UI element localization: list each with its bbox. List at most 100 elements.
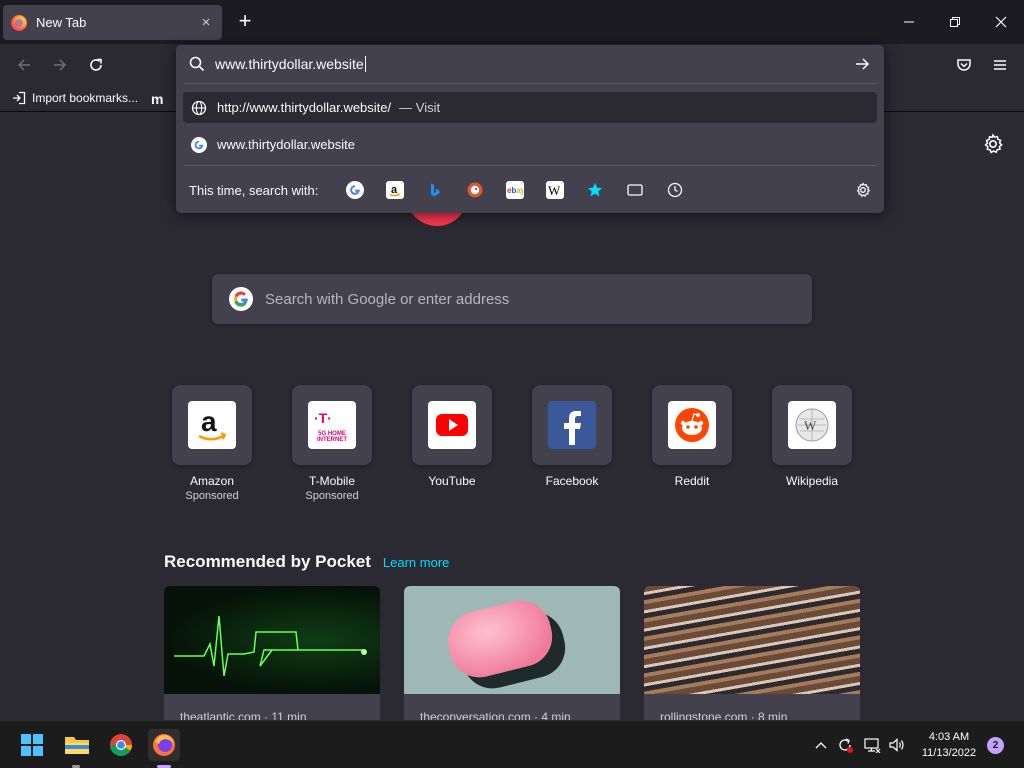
google-icon (346, 181, 364, 199)
card-thumbnail (644, 586, 860, 694)
taskbar-clock[interactable]: 4:03 AM 11/13/2022 (914, 729, 984, 761)
tab-new-tab[interactable]: New Tab × (3, 5, 222, 40)
text-caret (364, 56, 366, 72)
app-menu-button[interactable] (987, 52, 1013, 78)
personalize-settings-button[interactable] (982, 133, 1004, 155)
speaker-icon (889, 738, 904, 752)
newtab-search-box[interactable]: Search with Google or enter address (212, 274, 812, 324)
facebook-icon (548, 401, 596, 449)
top-site-t-mobile[interactable]: ·T· 5G HOME INTERNET T-Mobile Sponsored (292, 385, 372, 502)
bing-engine-button[interactable] (426, 181, 444, 199)
file-explorer-button[interactable] (61, 729, 93, 761)
network-tray-button[interactable] (861, 734, 883, 756)
search-placeholder: Search with Google or enter address (265, 290, 510, 308)
t-mobile-tile-text: 5G HOME INTERNET (317, 431, 347, 443)
notification-badge[interactable]: 2 (987, 737, 1004, 754)
result-visit-url[interactable]: http://www.thirtydollar.website/ — Visit (183, 92, 877, 123)
back-button[interactable] (11, 52, 37, 78)
learn-more-link[interactable]: Learn more (383, 555, 449, 570)
divider (184, 165, 876, 166)
pocket-card[interactable]: theconversation.com · 4 min (404, 586, 620, 726)
bookmark-item-m[interactable]: m (151, 91, 163, 107)
amazon-engine-button[interactable]: a (386, 181, 404, 199)
tabs-search-button[interactable] (626, 181, 644, 199)
pocket-heading: Recommended by Pocket (164, 552, 371, 571)
svg-text:ebay: ebay (507, 186, 523, 195)
result-search-suggestion[interactable]: www.thirtydollar.website (183, 129, 877, 160)
top-site-name: Amazon (189, 474, 235, 488)
ebay-engine-button[interactable]: ebay (506, 181, 524, 199)
svg-text:W: W (548, 183, 561, 197)
tab-close-icon[interactable]: × (198, 14, 214, 31)
firefox-taskbar-button[interactable] (148, 729, 180, 761)
new-tab-button[interactable]: + (236, 10, 254, 34)
top-site-wikipedia[interactable]: W Wikipedia (772, 385, 852, 488)
duckduckgo-icon (467, 182, 483, 198)
network-icon (864, 738, 881, 753)
urlbar-input-row[interactable]: www.thirtydollar.website (176, 45, 884, 83)
t-mobile-icon: ·T· 5G HOME INTERNET (308, 401, 356, 449)
show-hidden-icons-button[interactable] (810, 734, 832, 756)
firefox-icon (153, 734, 175, 756)
top-site-amazon[interactable]: a Amazon Sponsored (172, 385, 252, 502)
tab-title: New Tab (36, 15, 87, 30)
pocket-card[interactable]: rollingstone.com · 8 min (644, 586, 860, 726)
wikipedia-icon: W (788, 401, 836, 449)
folder-icon (65, 737, 89, 754)
globe-icon (191, 100, 207, 115)
tab-strip: New Tab × + (0, 0, 1024, 44)
top-site-facebook[interactable]: Facebook (532, 385, 612, 488)
restore-button[interactable] (932, 0, 978, 44)
reload-icon (90, 58, 102, 71)
start-button[interactable] (16, 729, 48, 761)
close-icon (995, 16, 1007, 28)
svg-text:a: a (201, 406, 217, 437)
sync-tray-button[interactable] (834, 734, 856, 756)
card-thumbnail (404, 586, 620, 694)
wikipedia-engine-button[interactable]: W (546, 181, 564, 199)
pocket-icon (957, 59, 971, 71)
pocket-button[interactable] (951, 52, 977, 78)
svg-text:a: a (391, 184, 398, 196)
duckduckgo-engine-button[interactable] (466, 181, 484, 199)
import-bookmarks-item[interactable]: Import bookmarks... (12, 91, 138, 105)
top-site-name: Wikipedia (785, 474, 839, 488)
youtube-icon (428, 401, 476, 449)
reload-button[interactable] (83, 52, 109, 78)
minimize-button[interactable] (886, 0, 932, 44)
sponsored-label: Sponsored (185, 490, 239, 502)
svg-text:W: W (804, 418, 817, 433)
windows-logo-icon (21, 734, 43, 756)
forward-button[interactable] (47, 52, 73, 78)
top-site-reddit[interactable]: Reddit (652, 385, 732, 488)
chevron-up-icon (815, 742, 827, 749)
forward-arrow-icon (54, 59, 67, 71)
top-site-name: YouTube (428, 474, 476, 488)
bookmarks-search-button[interactable] (586, 181, 604, 199)
minimize-icon (904, 21, 914, 23)
history-search-button[interactable] (666, 181, 684, 199)
volume-tray-button[interactable] (886, 734, 908, 756)
suggestion-text: www.thirtydollar.website (217, 137, 355, 152)
gear-icon (856, 182, 871, 197)
windows-taskbar: 4:03 AM 11/13/2022 2 (0, 720, 1024, 768)
bookmark-m-favicon: m (151, 91, 164, 107)
google-engine-button[interactable] (346, 181, 364, 199)
one-off-search-row: This time, search with: (176, 173, 884, 207)
close-window-button[interactable] (978, 0, 1024, 44)
reddit-icon (668, 401, 716, 449)
urlbar-input[interactable]: www.thirtydollar.website (215, 56, 364, 72)
sponsored-label: Sponsored (305, 490, 359, 502)
divider (184, 83, 876, 84)
search-settings-button[interactable] (854, 181, 872, 199)
pocket-card[interactable]: theatlantic.com · 11 min (164, 586, 380, 726)
result-url-text: http://www.thirtydollar.website/ (217, 100, 392, 115)
sync-icon (839, 738, 853, 753)
google-icon (191, 136, 207, 153)
result-action-text: — Visit (399, 100, 441, 115)
import-bookmarks-label: Import bookmarks... (32, 91, 139, 105)
chrome-button[interactable] (105, 729, 137, 761)
import-icon (13, 91, 26, 105)
top-site-youtube[interactable]: YouTube (412, 385, 492, 488)
clock-time: 4:03 AM (928, 731, 970, 743)
